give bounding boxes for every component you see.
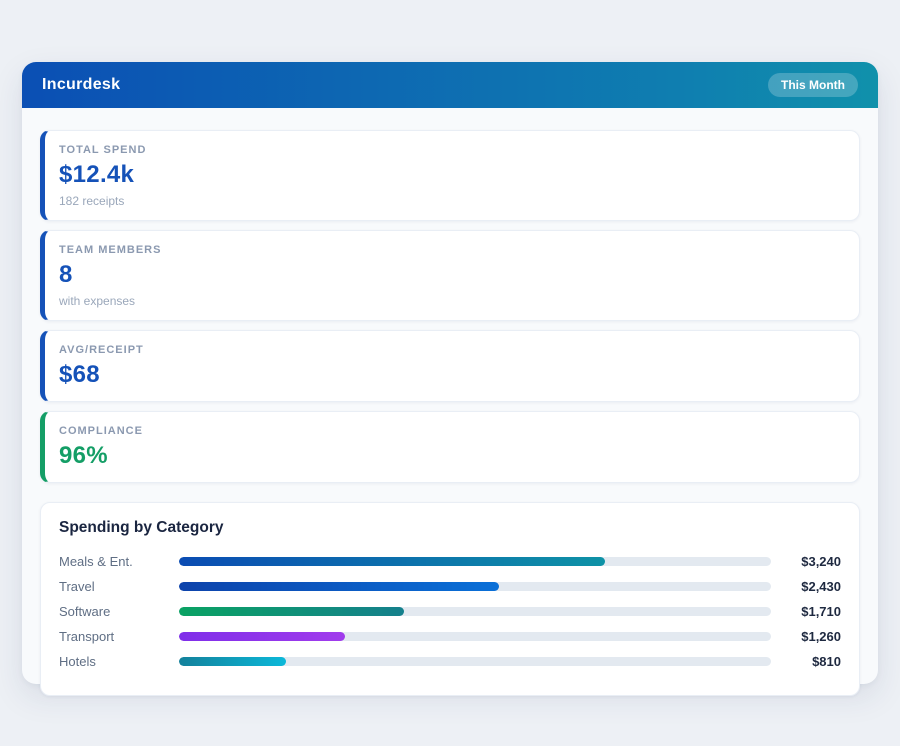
category-bar-list: Meals & Ent. $3,240 Travel $2,430 Software $1… — [59, 549, 841, 674]
category-row: Software $1,710 — [59, 599, 841, 624]
category-row: Hotels $810 — [59, 649, 841, 674]
stat-label: TEAM MEMBERS — [59, 244, 843, 256]
dashboard-content: TOTAL SPEND $12.4k 182 receipts TEAM MEM… — [22, 108, 878, 696]
category-value: $1,260 — [771, 629, 841, 644]
category-row: Transport $1,260 — [59, 624, 841, 649]
bar-fill — [179, 657, 286, 666]
category-value: $2,430 — [771, 579, 841, 594]
bar-track — [179, 632, 771, 641]
stat-value: $12.4k — [59, 161, 843, 189]
stat-card: TOTAL SPEND $12.4k 182 receipts — [40, 130, 860, 221]
stat-value: 8 — [59, 261, 843, 289]
stat-label: AVG/RECEIPT — [59, 344, 843, 356]
stat-card: COMPLIANCE 96% — [40, 411, 860, 483]
bar-track — [179, 607, 771, 616]
category-label: Meals & Ent. — [59, 554, 179, 569]
stat-subtitle: with expenses — [59, 294, 843, 308]
stat-subtitle: 182 receipts — [59, 194, 843, 208]
stat-label: COMPLIANCE — [59, 425, 843, 437]
category-label: Transport — [59, 629, 179, 644]
app-header: Incurdesk This Month — [22, 62, 878, 108]
category-value: $3,240 — [771, 554, 841, 569]
bar-fill — [179, 632, 345, 641]
stat-label: TOTAL SPEND — [59, 144, 843, 156]
stat-value: $68 — [59, 361, 843, 389]
bar-fill — [179, 607, 404, 616]
dashboard-panel: Incurdesk This Month TOTAL SPEND $12.4k … — [22, 62, 878, 684]
period-badge[interactable]: This Month — [768, 73, 858, 97]
spending-by-category-card: Spending by Category Meals & Ent. $3,240 T… — [40, 502, 860, 696]
category-row: Meals & Ent. $3,240 — [59, 549, 841, 574]
category-label: Software — [59, 604, 179, 619]
bar-track — [179, 557, 771, 566]
category-label: Travel — [59, 579, 179, 594]
bar-track — [179, 582, 771, 591]
bar-fill — [179, 557, 605, 566]
stat-card: AVG/RECEIPT $68 — [40, 330, 860, 402]
category-value: $810 — [771, 654, 841, 669]
category-label: Hotels — [59, 654, 179, 669]
stat-value: 96% — [59, 442, 843, 470]
app-title: Incurdesk — [42, 76, 120, 94]
chart-title: Spending by Category — [59, 519, 841, 537]
bar-fill — [179, 582, 499, 591]
category-row: Travel $2,430 — [59, 574, 841, 599]
stat-card: TEAM MEMBERS 8 with expenses — [40, 230, 860, 321]
category-value: $1,710 — [771, 604, 841, 619]
bar-track — [179, 657, 771, 666]
